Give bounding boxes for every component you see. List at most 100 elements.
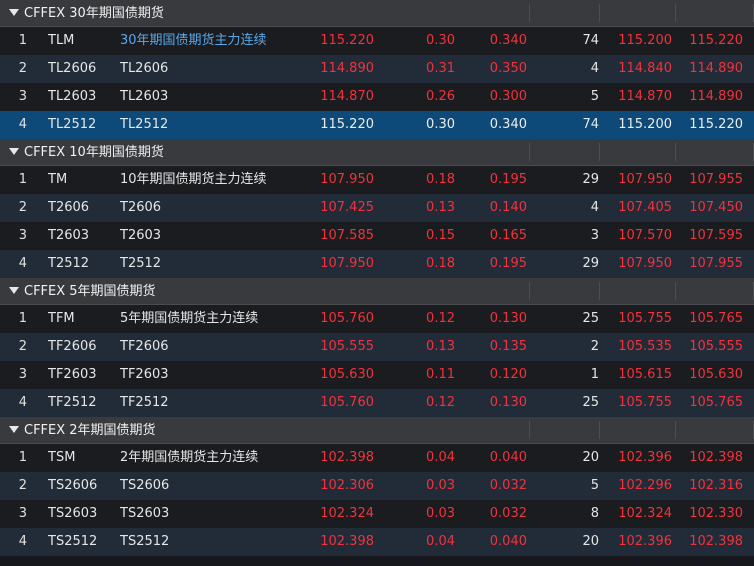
volume: 25 bbox=[582, 311, 599, 326]
row-index: 2 bbox=[18, 339, 27, 354]
quote-row[interactable]: 2 TL2606 TL2606 114.890 0.31 0.350 4 114.840 114… bbox=[0, 55, 754, 83]
change-percent: 0.032 bbox=[489, 506, 527, 521]
column-divider bbox=[675, 282, 676, 300]
quote-board: CFFEX 30年期国债期货 1 TLM 30年期国债期货主力连续 115.220 0.3… bbox=[0, 0, 754, 556]
row-index: 1 bbox=[18, 450, 27, 465]
change-percent: 0.040 bbox=[489, 450, 527, 465]
contract-name: 5年期国债期货主力连续 bbox=[120, 311, 259, 326]
group-header[interactable]: CFFEX 5年期国债期货 bbox=[0, 278, 754, 305]
change-percent: 0.340 bbox=[489, 117, 527, 132]
ask-price: 102.398 bbox=[689, 450, 743, 465]
volume: 3 bbox=[590, 228, 599, 243]
quote-row[interactable]: 1 TLM 30年期国债期货主力连续 115.220 0.30 0.340 74 115.20… bbox=[0, 27, 754, 55]
last-price: 105.555 bbox=[320, 339, 374, 354]
group-header[interactable]: CFFEX 2年期国债期货 bbox=[0, 417, 754, 444]
quote-row[interactable]: 1 TSM 2年期国债期货主力连续 102.398 0.04 0.040 20 102.396… bbox=[0, 444, 754, 472]
volume: 1 bbox=[590, 367, 599, 382]
bid-price: 105.755 bbox=[618, 311, 672, 326]
price-change: 0.12 bbox=[426, 311, 455, 326]
change-percent: 0.130 bbox=[489, 395, 527, 410]
quote-row[interactable]: 4 T2512 T2512 107.950 0.18 0.195 29 107.950 107.… bbox=[0, 250, 754, 278]
caret-down-icon[interactable] bbox=[9, 426, 19, 433]
price-change: 0.13 bbox=[426, 339, 455, 354]
last-price: 107.950 bbox=[320, 256, 374, 271]
volume: 29 bbox=[582, 256, 599, 271]
column-divider bbox=[529, 4, 530, 22]
last-price: 105.760 bbox=[320, 395, 374, 410]
last-price: 105.760 bbox=[320, 311, 374, 326]
change-percent: 0.130 bbox=[489, 311, 527, 326]
quote-row[interactable]: 3 TF2603 TF2603 105.630 0.11 0.120 1 105.615 105… bbox=[0, 361, 754, 389]
row-index: 4 bbox=[18, 395, 27, 410]
caret-down-icon[interactable] bbox=[9, 9, 19, 16]
change-percent: 0.350 bbox=[489, 61, 527, 76]
volume: 2 bbox=[590, 339, 599, 354]
quote-row[interactable]: 4 TL2512 TL2512 115.220 0.30 0.340 74 115.200 11… bbox=[0, 111, 754, 139]
quote-row[interactable]: 3 T2603 T2603 107.585 0.15 0.165 3 107.570 107.5… bbox=[0, 222, 754, 250]
contract-code: T2603 bbox=[48, 228, 90, 243]
bid-price: 107.950 bbox=[618, 256, 672, 271]
row-index: 4 bbox=[18, 256, 27, 271]
quote-row[interactable]: 1 TM 10年期国债期货主力连续 107.950 0.18 0.195 29 107.950… bbox=[0, 166, 754, 194]
quote-row[interactable]: 1 TFM 5年期国债期货主力连续 105.760 0.12 0.130 25 105.755… bbox=[0, 305, 754, 333]
column-divider bbox=[599, 421, 600, 439]
ask-price: 102.398 bbox=[689, 534, 743, 549]
quote-row[interactable]: 3 TS2603 TS2603 102.324 0.03 0.032 8 102.324 102… bbox=[0, 500, 754, 528]
column-divider bbox=[599, 4, 600, 22]
contract-name: T2512 bbox=[120, 256, 162, 271]
price-change: 0.04 bbox=[426, 534, 455, 549]
row-index: 3 bbox=[18, 367, 27, 382]
contract-name: TL2512 bbox=[120, 117, 169, 132]
change-percent: 0.040 bbox=[489, 534, 527, 549]
contract-name: TL2606 bbox=[120, 61, 169, 76]
ask-price: 115.220 bbox=[689, 33, 743, 48]
quote-row[interactable]: 4 TF2512 TF2512 105.760 0.12 0.130 25 105.755 10… bbox=[0, 389, 754, 417]
quote-row[interactable]: 3 TL2603 TL2603 114.870 0.26 0.300 5 114.870 114… bbox=[0, 83, 754, 111]
bid-price: 114.840 bbox=[618, 61, 672, 76]
row-index: 3 bbox=[18, 89, 27, 104]
change-percent: 0.135 bbox=[489, 339, 527, 354]
row-index: 3 bbox=[18, 506, 27, 521]
contract-code: TSM bbox=[48, 450, 76, 465]
last-price: 114.870 bbox=[320, 89, 374, 104]
group-title: CFFEX 10年期国债期货 bbox=[24, 145, 164, 160]
volume: 5 bbox=[590, 89, 599, 104]
last-price: 102.398 bbox=[320, 534, 374, 549]
quote-row[interactable]: 4 TS2512 TS2512 102.398 0.04 0.040 20 102.396 10… bbox=[0, 528, 754, 556]
caret-down-icon[interactable] bbox=[9, 148, 19, 155]
quote-row[interactable]: 2 T2606 T2606 107.425 0.13 0.140 4 107.405 107.4… bbox=[0, 194, 754, 222]
contract-name: 10年期国债期货主力连续 bbox=[120, 172, 267, 187]
contract-code: TS2606 bbox=[48, 478, 98, 493]
quote-row[interactable]: 2 TF2606 TF2606 105.555 0.13 0.135 2 105.535 105… bbox=[0, 333, 754, 361]
group-header[interactable]: CFFEX 30年期国债期货 bbox=[0, 0, 754, 27]
bid-price: 115.200 bbox=[618, 117, 672, 132]
last-price: 107.585 bbox=[320, 228, 374, 243]
column-divider bbox=[529, 421, 530, 439]
last-price: 107.425 bbox=[320, 200, 374, 215]
row-index: 2 bbox=[18, 61, 27, 76]
column-divider bbox=[675, 421, 676, 439]
contract-code: TF2606 bbox=[48, 339, 97, 354]
contract-code: T2606 bbox=[48, 200, 90, 215]
volume: 74 bbox=[582, 33, 599, 48]
row-index: 1 bbox=[18, 172, 27, 187]
contract-code: TF2603 bbox=[48, 367, 97, 382]
contract-code: TL2606 bbox=[48, 61, 97, 76]
contract-code: TS2603 bbox=[48, 506, 98, 521]
row-index: 2 bbox=[18, 200, 27, 215]
ask-price: 102.316 bbox=[689, 478, 743, 493]
contract-name: T2603 bbox=[120, 228, 162, 243]
ask-price: 105.555 bbox=[689, 339, 743, 354]
group-title: CFFEX 5年期国债期货 bbox=[24, 284, 156, 299]
volume: 20 bbox=[582, 450, 599, 465]
contract-code: TS2512 bbox=[48, 534, 98, 549]
price-change: 0.03 bbox=[426, 506, 455, 521]
group-header[interactable]: CFFEX 10年期国债期货 bbox=[0, 139, 754, 166]
caret-down-icon[interactable] bbox=[9, 287, 19, 294]
quote-row[interactable]: 2 TS2606 TS2606 102.306 0.03 0.032 5 102.296 102… bbox=[0, 472, 754, 500]
last-price: 115.220 bbox=[320, 33, 374, 48]
ask-price: 115.220 bbox=[689, 117, 743, 132]
change-percent: 0.140 bbox=[489, 200, 527, 215]
volume: 5 bbox=[590, 478, 599, 493]
column-divider bbox=[675, 143, 676, 161]
